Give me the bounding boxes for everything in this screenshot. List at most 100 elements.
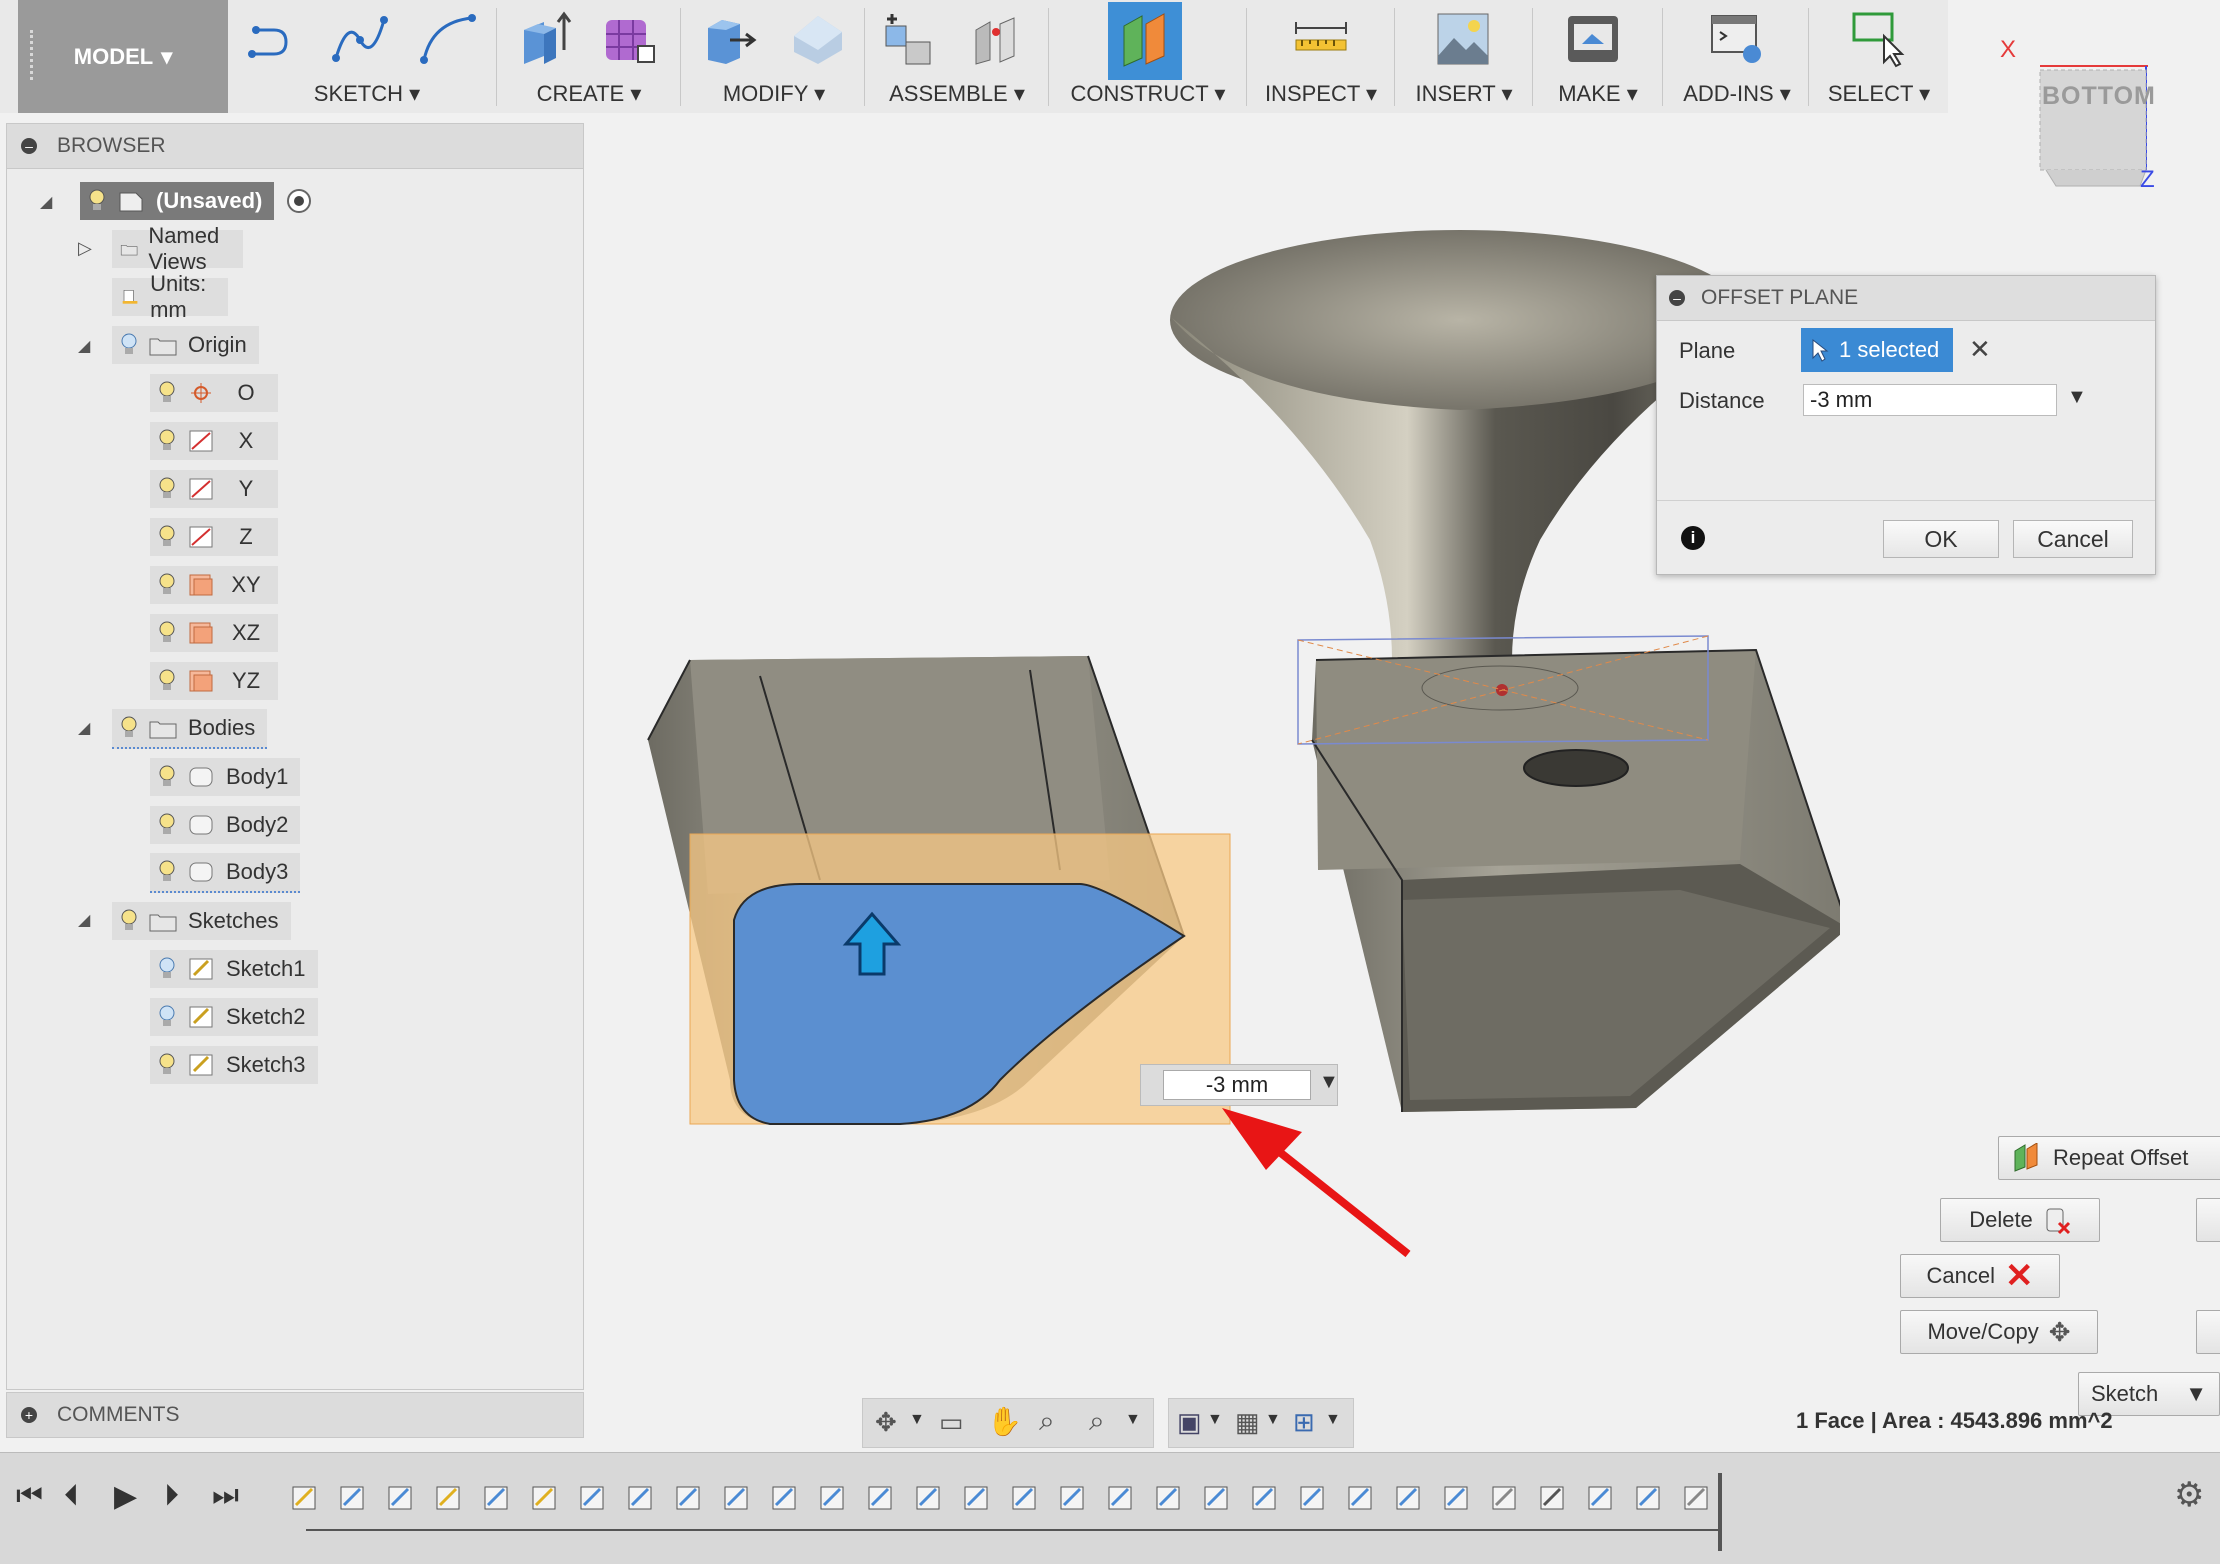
fillet-icon[interactable] xyxy=(788,10,846,68)
timeline-feature-fillet-icon[interactable] xyxy=(1058,1481,1088,1513)
tree-origin-point[interactable]: O xyxy=(150,373,278,413)
step-back-icon[interactable]: ⏴ xyxy=(64,1479,79,1513)
tree-origin[interactable]: Origin xyxy=(112,325,259,365)
tree-origin-axis-y[interactable]: Y xyxy=(150,469,278,509)
inline-distance-input[interactable]: -3 mm xyxy=(1163,1070,1311,1100)
line-tool-icon[interactable] xyxy=(246,10,304,68)
browser-header[interactable]: – BROWSER xyxy=(7,124,583,169)
step-forward-icon[interactable]: ⏵ xyxy=(164,1479,179,1513)
visibility-bulb-icon[interactable] xyxy=(158,1053,176,1077)
toolbar-group-sketch[interactable]: SKETCH ▾ xyxy=(236,0,498,113)
timeline-feature-fillet-icon[interactable] xyxy=(818,1481,848,1513)
inline-distance-box[interactable]: -3 mm ▼ xyxy=(1140,1064,1339,1106)
visibility-bulb-icon[interactable] xyxy=(158,813,176,837)
marking-menu-partial-button[interactable] xyxy=(2196,1198,2220,1242)
toolbar-group-modify[interactable]: MODIFY ▾ xyxy=(684,0,864,113)
tree-origin-axis-z[interactable]: Z xyxy=(150,517,278,557)
expand-icon[interactable]: + xyxy=(21,1407,37,1423)
visibility-bulb-icon[interactable] xyxy=(158,1005,176,1029)
timeline-feature-chamfer-icon[interactable] xyxy=(1250,1481,1280,1513)
spline-tool-icon[interactable] xyxy=(330,10,388,68)
marking-menu-partial-button[interactable] xyxy=(2196,1310,2220,1354)
tree-sketches[interactable]: Sketches xyxy=(112,901,291,941)
go-to-end-icon[interactable]: ⏭ xyxy=(212,1479,239,1513)
visibility-bulb-icon[interactable] xyxy=(158,860,176,884)
timeline-feature-fillet-icon[interactable] xyxy=(914,1481,944,1513)
info-icon[interactable]: i xyxy=(1681,526,1705,550)
expand-toggle-icon[interactable]: ◢ xyxy=(78,910,90,930)
timeline-feature-fillet-icon[interactable] xyxy=(1106,1481,1136,1513)
toolbar-group-construct[interactable]: CONSTRUCT ▾ xyxy=(1052,0,1244,113)
visibility-bulb-icon[interactable] xyxy=(158,765,176,789)
visibility-bulb-icon[interactable] xyxy=(120,333,138,357)
arc-tool-icon[interactable] xyxy=(418,10,476,68)
gear-icon[interactable]: ⚙ xyxy=(2174,1475,2204,1515)
tree-origin-plane-yz[interactable]: YZ xyxy=(150,661,278,701)
look-at-icon[interactable]: ▭ xyxy=(939,1407,964,1438)
move-copy-button[interactable]: Move/Copy ✥ xyxy=(1900,1310,2098,1354)
chevron-down-icon[interactable]: ▼ xyxy=(1319,1071,1339,1094)
toolbar-group-insert[interactable]: INSERT ▾ xyxy=(1398,0,1530,113)
offset-plane-icon[interactable] xyxy=(1116,10,1174,68)
toolbar-group-make[interactable]: MAKE ▾ xyxy=(1536,0,1660,113)
measure-icon[interactable] xyxy=(1292,10,1350,68)
toolbar-group-create[interactable]: CREATE ▾ xyxy=(500,0,678,113)
chevron-down-icon[interactable]: ▼ xyxy=(2067,386,2087,409)
timeline-feature-sketch-icon[interactable] xyxy=(530,1481,560,1513)
new-component-icon[interactable] xyxy=(878,10,936,68)
delete-button[interactable]: Delete xyxy=(1940,1198,2100,1242)
chevron-down-icon[interactable]: ▼ xyxy=(909,1411,925,1429)
3d-print-icon[interactable] xyxy=(1564,10,1622,68)
timeline-feature-box-icon[interactable] xyxy=(386,1481,416,1513)
distance-input[interactable]: -3 mm xyxy=(1803,384,2057,416)
extrude-icon[interactable] xyxy=(516,10,574,68)
chevron-down-icon[interactable]: ▼ xyxy=(1325,1411,1341,1429)
visibility-bulb-icon[interactable] xyxy=(120,909,138,933)
comments-panel[interactable]: + COMMENTS xyxy=(6,1392,584,1438)
expand-toggle-icon[interactable]: ◢ xyxy=(40,192,52,212)
visibility-bulb-icon[interactable] xyxy=(158,957,176,981)
timeline-feature-extrude-icon[interactable] xyxy=(1634,1481,1664,1513)
chevron-down-icon[interactable]: ▼ xyxy=(1265,1411,1281,1429)
go-to-start-icon[interactable]: ⏮ xyxy=(16,1479,43,1513)
press-pull-icon[interactable] xyxy=(700,10,758,68)
scripts-icon[interactable] xyxy=(1708,10,1766,68)
visibility-bulb-icon[interactable] xyxy=(158,381,176,405)
tree-origin-axis-x[interactable]: X xyxy=(150,421,278,461)
chevron-down-icon[interactable]: ▼ xyxy=(1207,1411,1223,1429)
tree-body-3[interactable]: Body3 xyxy=(150,853,301,893)
display-settings-icon[interactable]: ▣ xyxy=(1177,1407,1202,1438)
tree-sketch-1[interactable]: Sketch1 xyxy=(150,949,318,989)
form-icon[interactable] xyxy=(600,10,658,68)
pan-icon[interactable]: ✋ xyxy=(987,1405,1022,1438)
visibility-bulb-icon[interactable] xyxy=(158,477,176,501)
cancel-button[interactable]: Cancel xyxy=(2013,520,2133,558)
visibility-bulb-icon[interactable] xyxy=(158,621,176,645)
clear-selection-icon[interactable]: ✕ xyxy=(1969,334,1991,365)
tree-root[interactable]: (Unsaved) xyxy=(80,181,314,221)
tree-origin-plane-xz[interactable]: XZ xyxy=(150,613,278,653)
visibility-bulb-icon[interactable] xyxy=(158,525,176,549)
visibility-bulb-icon[interactable] xyxy=(158,573,176,597)
visibility-bulb-icon[interactable] xyxy=(158,669,176,693)
tree-body-2[interactable]: Body2 xyxy=(150,805,301,845)
timeline-feature-move-icon[interactable] xyxy=(1538,1481,1568,1513)
timeline-feature-chamfer-icon[interactable] xyxy=(1298,1481,1328,1513)
tree-sketch-3[interactable]: Sketch3 xyxy=(150,1045,318,1085)
expand-toggle-icon[interactable]: ◢ xyxy=(78,718,90,738)
chevron-down-icon[interactable]: ▼ xyxy=(1125,1411,1141,1429)
visibility-bulb-icon[interactable] xyxy=(88,189,106,213)
ok-button[interactable]: OK xyxy=(1883,520,1999,558)
plane-selection[interactable]: 1 selected xyxy=(1801,328,1953,372)
play-icon[interactable]: ▶ xyxy=(114,1479,137,1514)
housing-body[interactable] xyxy=(1297,635,1840,1112)
tree-sketch-2[interactable]: Sketch2 xyxy=(150,997,318,1037)
timeline-feature-chamfer-icon[interactable] xyxy=(1202,1481,1232,1513)
toolbar-group-inspect[interactable]: INSPECT ▾ xyxy=(1250,0,1392,113)
timeline-feature-shell-icon[interactable] xyxy=(674,1481,704,1513)
toolbar-group-add-ins[interactable]: ADD-INS ▾ xyxy=(1666,0,1808,113)
visibility-bulb-icon[interactable] xyxy=(120,716,138,740)
cancel-menu-button[interactable]: Cancel ✕ xyxy=(1900,1254,2060,1298)
timeline-feature-shell-icon[interactable] xyxy=(722,1481,752,1513)
zoom-icon[interactable]: ⌕ xyxy=(1039,1405,1055,1438)
